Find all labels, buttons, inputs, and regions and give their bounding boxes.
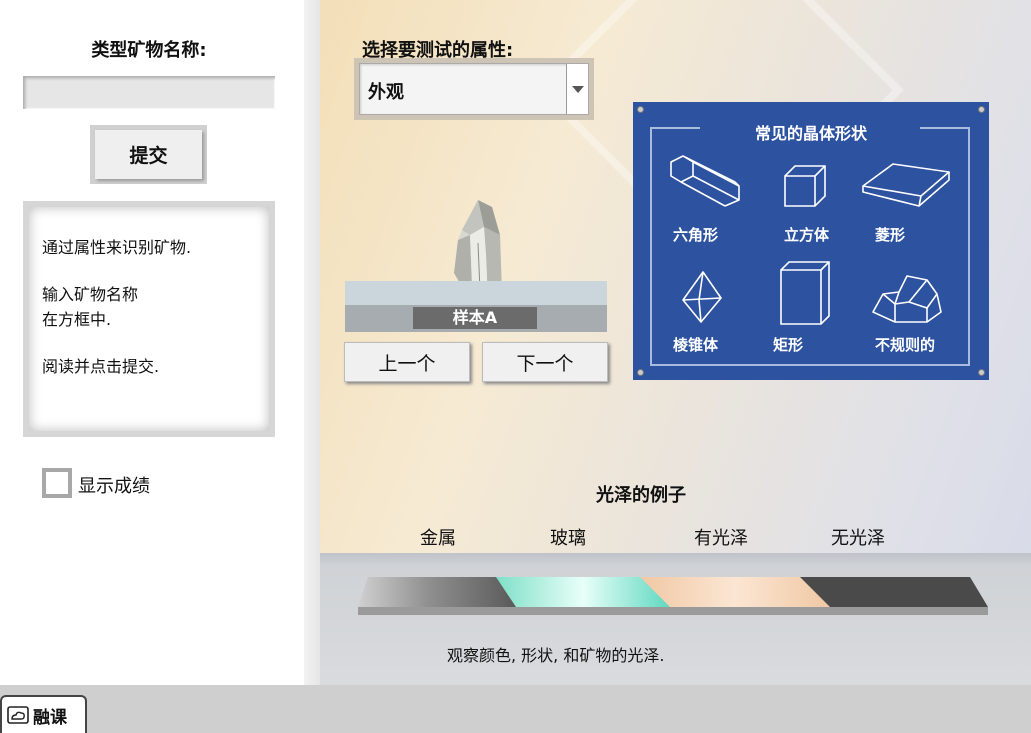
logo-text: 融课 <box>33 707 67 728</box>
luster-label-shiny: 有光泽 <box>694 528 748 549</box>
luster-label-glassy: 玻璃 <box>550 528 586 549</box>
pyramid-shape-icon <box>682 271 722 323</box>
submit-button[interactable]: 提交 <box>95 130 202 179</box>
pin-icon <box>637 369 644 376</box>
luster-label-dull: 无光泽 <box>831 528 885 549</box>
crystal-shapes-poster: 常见的晶体形状 六角形 立方体 菱形 棱锥体 矩形 不规则的 <box>633 102 989 380</box>
previous-sample-button[interactable]: 上一个 <box>344 342 470 382</box>
instructions-box: 通过属性来识别矿物. 输入矿物名称 在方框中. 阅读并点击提交. <box>23 201 275 437</box>
luster-title: 光泽的例子 <box>596 485 686 506</box>
luster-label-metallic: 金属 <box>420 528 456 549</box>
rhombohedral-shape-icon <box>862 163 950 207</box>
show-score-checkbox[interactable] <box>42 468 72 498</box>
show-score-label: 显示成绩 <box>78 476 150 497</box>
shape-label-hexagonal: 六角形 <box>673 226 719 244</box>
hexagonal-shape-icon <box>670 155 740 207</box>
main-area: 选择要测试的属性: 外观 样本A 上一个 下一个 常见的晶体形状 六角形 立方体… <box>320 0 1031 685</box>
cube-shape-icon <box>784 165 826 207</box>
sample-label: 样本A <box>413 307 537 329</box>
instruction-1: 通过属性来识别矿物. <box>42 238 192 257</box>
shape-label-pyramid: 棱锥体 <box>673 336 719 354</box>
next-sample-button[interactable]: 下一个 <box>482 342 608 382</box>
rectangular-shape-icon <box>780 261 830 325</box>
pin-icon <box>978 369 985 376</box>
mineral-name-title: 类型矿物名称: <box>91 40 207 61</box>
shape-label-cube: 立方体 <box>784 226 830 244</box>
instruction-2: 输入矿物名称 在方框中. <box>42 285 139 329</box>
irregular-shape-icon <box>872 275 942 323</box>
poster-title: 常见的晶体形状 <box>754 124 867 143</box>
floor <box>320 553 1031 685</box>
submit-button-frame: 提交 <box>90 125 207 184</box>
cloud-logo-icon <box>7 706 29 724</box>
chevron-down-icon[interactable] <box>566 64 588 114</box>
luster-sample-bar <box>358 577 988 615</box>
pin-icon <box>637 106 644 113</box>
property-select-value: 外观 <box>368 82 404 103</box>
property-select-frame: 外观 <box>354 58 594 120</box>
shape-label-rhombohedral: 菱形 <box>875 226 906 244</box>
logo: 融课 <box>0 695 87 733</box>
mineral-name-input[interactable] <box>23 76 275 109</box>
pin-icon <box>978 106 985 113</box>
shape-label-irregular: 不规则的 <box>875 336 936 354</box>
left-panel: 类型矿物名称: 提交 通过属性来识别矿物. 输入矿物名称 在方框中. 阅读并点击… <box>0 0 320 685</box>
shape-label-rectangular: 矩形 <box>773 336 804 354</box>
instruction-3: 阅读并点击提交. <box>42 357 160 376</box>
bottom-bar: 融课 <box>0 685 1031 733</box>
property-select[interactable]: 外观 <box>359 63 589 115</box>
sample-stage-top <box>345 281 607 305</box>
luster-caption: 观察颜色, 形状, 和矿物的光泽. <box>447 646 665 665</box>
instructions-content: 通过属性来识别矿物. 输入矿物名称 在方框中. 阅读并点击提交. <box>29 207 269 431</box>
